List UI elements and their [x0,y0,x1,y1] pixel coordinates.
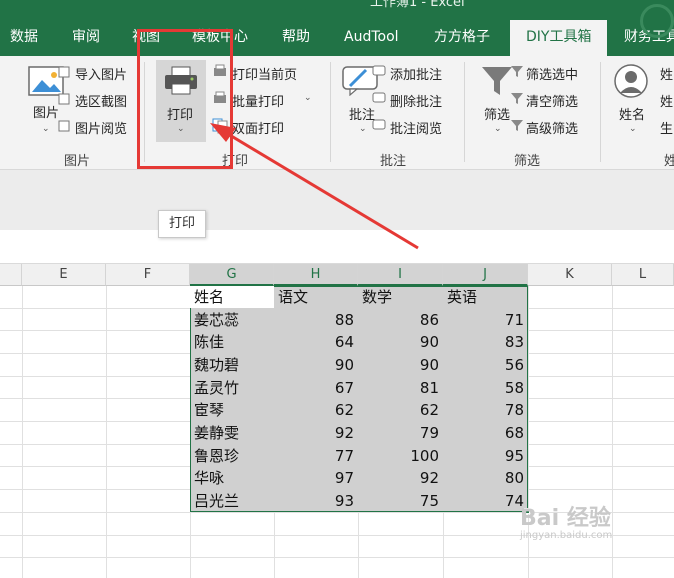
annotation-arrow-icon [210,123,419,250]
watermark-sub: jingyan.baidu.com [520,530,613,541]
watermark-main: Bai 经验 [520,506,611,531]
watermark: Bai 经验 jingyan.baidu.com [520,500,612,541]
